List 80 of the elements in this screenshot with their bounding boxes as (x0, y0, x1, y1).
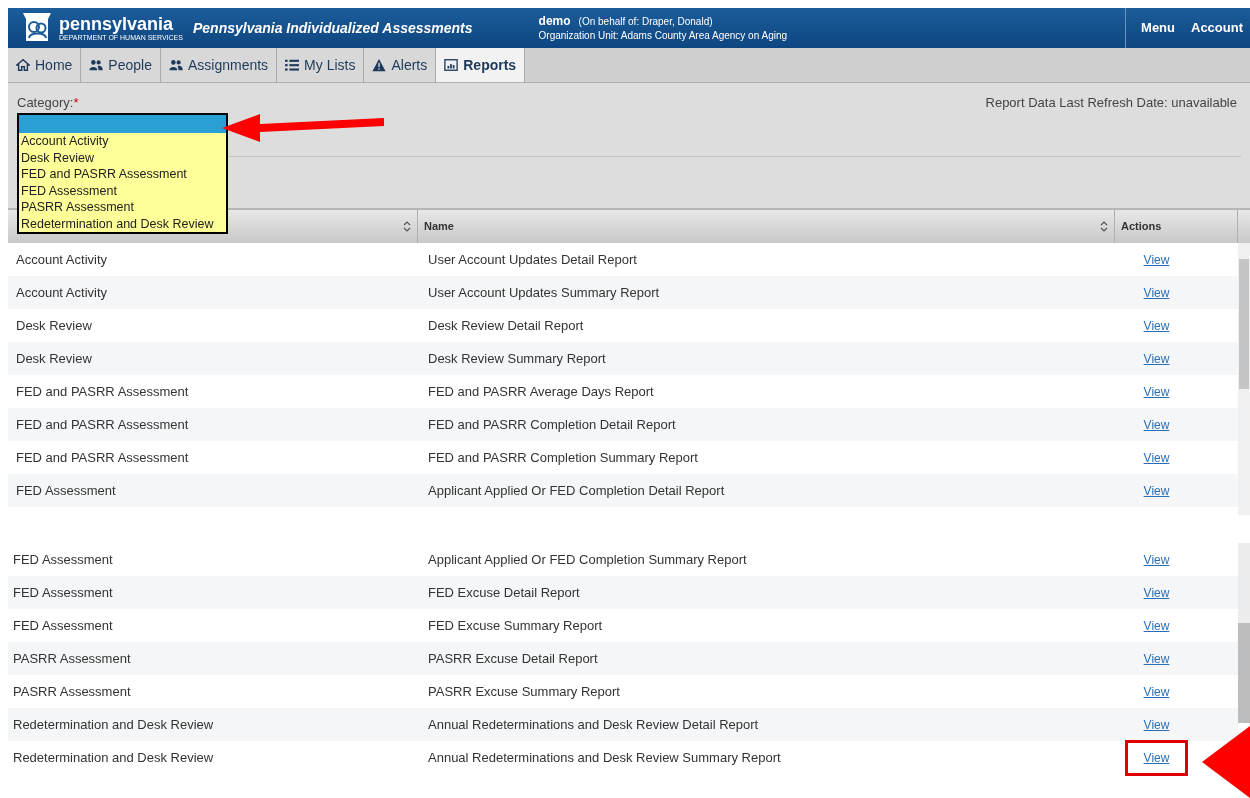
scrollbar[interactable] (1238, 543, 1250, 723)
column-header[interactable]: Name (424, 218, 1100, 235)
view-link[interactable]: View (1143, 682, 1170, 701)
dropdown-option[interactable]: Redetermination and Desk Review (19, 215, 226, 232)
scrollbar-thumb[interactable] (1238, 623, 1250, 723)
table-cell: FED Assessment (13, 551, 113, 567)
nav-tab[interactable]: Assignments (160, 48, 278, 82)
table-cell: FED Assessment (16, 482, 116, 498)
on-behalf-text: (On behalf of: Draper, Donald) (578, 14, 713, 29)
nav-tab[interactable]: Alerts (364, 48, 437, 82)
column-header: Actions (1121, 219, 1163, 235)
organization-unit: Organization Unit: Adams County Area Agency on Aging (538, 28, 788, 43)
view-link[interactable]: View (1143, 550, 1170, 569)
table-cell: FED Excuse Detail Report (428, 584, 580, 600)
nav-tab[interactable]: My Lists (277, 48, 365, 82)
table-cell: FED and PASRR Average Days Report (428, 383, 654, 399)
table-cell: User Account Updates Detail Report (428, 251, 637, 267)
logo-title: pennsylvania (59, 15, 175, 33)
warning-icon (372, 58, 387, 72)
table-cell: FED Assessment (13, 584, 113, 600)
dropdown-option[interactable]: FED and PASRR Assessment (19, 166, 226, 183)
home-icon (16, 58, 30, 72)
table-cell: Account Activity (16, 251, 108, 267)
table-cell: Account Activity (16, 284, 108, 300)
table-cell: FED and PASRR Assessment (16, 383, 189, 399)
nav-tab[interactable]: People (81, 48, 161, 82)
table-cell: Applicant Applied Or FED Completion Detail Report (428, 482, 725, 498)
table-cell: PASRR Excuse Detail Report (428, 650, 598, 666)
table-cell: Redetermination and Desk Review (13, 749, 214, 765)
table-cell: User Account Updates Summary Report (428, 284, 660, 300)
dropdown-option[interactable]: PASRR Assessment (19, 199, 226, 216)
table-cell: FED and PASRR Assessment (16, 416, 189, 432)
table-cell: FED and PASRR Completion Summary Report (428, 449, 698, 465)
view-link[interactable]: View (1143, 349, 1170, 368)
table-cell: FED Excuse Summary Report (428, 617, 603, 633)
view-link[interactable]: View (1143, 583, 1170, 602)
category-dropdown-list[interactable]: Account Activity Desk Review FED and PASRR Assessment FED Assessment PASRR Assessment Redetermination and Desk Review (17, 113, 228, 234)
table-cell: FED and PASRR Assessment (16, 449, 189, 465)
table-cell: FED Assessment (13, 617, 113, 633)
people-icon (168, 58, 183, 72)
dropdown-option[interactable]: FED Assessment (19, 182, 226, 199)
table-cell: PASRR Assessment (13, 683, 131, 699)
table-cell: Desk Review Detail Report (428, 317, 584, 333)
nav-menu-button[interactable]: Account (1190, 18, 1244, 38)
view-link[interactable]: View (1143, 748, 1170, 767)
view-link[interactable]: View (1143, 250, 1170, 269)
table-cell: Desk Review Summary Report (428, 350, 606, 366)
dropdown-option[interactable] (19, 115, 226, 133)
view-link[interactable]: View (1143, 481, 1170, 500)
table-cell: PASRR Excuse Summary Report (428, 683, 620, 699)
user-name: demo (538, 13, 571, 28)
dropdown-option[interactable]: Desk Review (19, 149, 226, 166)
view-link[interactable]: View (1143, 715, 1170, 734)
view-link[interactable]: View (1143, 316, 1170, 335)
view-link[interactable]: View (1143, 616, 1170, 635)
view-link[interactable]: View (1143, 283, 1170, 302)
list-icon (285, 58, 300, 72)
table-cell: Desk Review (16, 350, 92, 366)
table-cell: Redetermination and Desk Review (13, 716, 214, 732)
view-link[interactable]: View (1143, 649, 1170, 668)
view-link[interactable]: View (1143, 382, 1170, 401)
scrollbar-thumb[interactable] (1239, 259, 1249, 389)
table-cell: PASRR Assessment (13, 650, 131, 666)
table-cell: FED and PASRR Completion Detail Report (428, 416, 676, 432)
app-title: Pennsylvania Individualized Assessments (192, 18, 473, 38)
view-link[interactable]: View (1143, 415, 1170, 434)
dropdown-option[interactable]: Account Activity (19, 133, 226, 150)
refresh-date-text: Report Data Last Refresh Date: unavailable (985, 94, 1238, 112)
category-label: Category:* (17, 94, 79, 112)
table-cell: Applicant Applied Or FED Completion Summary Report (428, 551, 747, 567)
view-link[interactable]: View (1143, 448, 1170, 467)
nav-tab[interactable]: Home (8, 48, 82, 82)
nav-menu-button[interactable]: Menu (1140, 18, 1176, 38)
table-cell: Annual Redeterminations and Desk Review Detail Report (428, 716, 759, 732)
nav-tab[interactable]: Reports (436, 48, 526, 82)
table-cell: Desk Review (16, 317, 92, 333)
table-cell: Annual Redeterminations and Desk Review Summary Report (428, 749, 781, 765)
people-icon (89, 58, 104, 72)
chart-icon (444, 58, 459, 72)
scrollbar[interactable] (1238, 243, 1250, 515)
